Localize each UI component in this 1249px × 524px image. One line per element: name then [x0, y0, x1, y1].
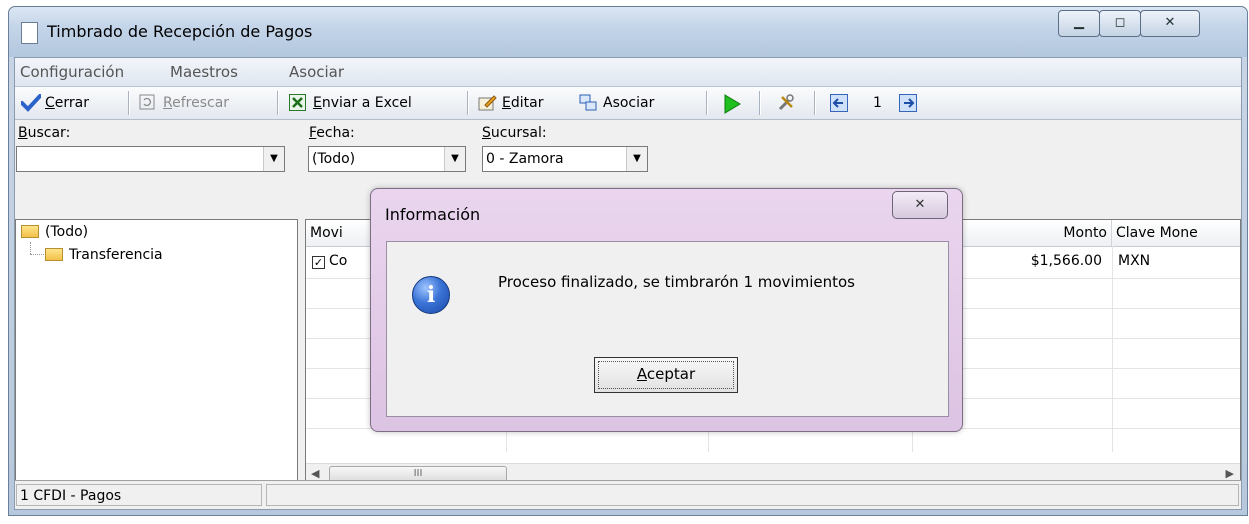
- excel-icon: [289, 94, 307, 112]
- refresh-icon: [139, 94, 157, 112]
- sucursal-combo[interactable]: 0 - Zamora ▼: [482, 146, 648, 172]
- menu-maestros[interactable]: Maestros: [170, 63, 238, 81]
- next-page-button[interactable]: [899, 92, 917, 114]
- chevron-down-icon[interactable]: ▼: [626, 147, 647, 171]
- maximize-button[interactable]: ◻: [1099, 10, 1141, 37]
- cerrar-label: errar: [54, 95, 89, 111]
- buscar-combo[interactable]: ▼: [16, 146, 285, 172]
- buscar-label-key: B: [18, 125, 28, 141]
- sucursal-label-text: ucursal:: [490, 125, 547, 141]
- menu-configuracion[interactable]: Configuración: [20, 63, 124, 81]
- previous-page-button[interactable]: [830, 92, 848, 114]
- refrescar-label: efrescar: [172, 95, 230, 111]
- dialog-message: Proceso finalizado, se timbrarón 1 movim…: [498, 273, 855, 291]
- excel-label-key: E: [313, 95, 322, 111]
- tree-child-label: Transferencia: [69, 247, 163, 263]
- row-checkbox[interactable]: ✓: [312, 256, 325, 269]
- edit-icon: [478, 94, 497, 112]
- tools-button[interactable]: [777, 92, 795, 114]
- fecha-label: Fecha:: [309, 125, 355, 141]
- status-bar: 1 CFDI - Pagos: [15, 480, 1241, 509]
- close-button[interactable]: ✕: [1140, 10, 1200, 37]
- asociar-label: Asociar: [603, 95, 655, 111]
- checkmark-icon: [20, 94, 42, 112]
- row-moneda: MXN: [1118, 253, 1151, 269]
- folder-open-icon: [21, 224, 39, 238]
- row-first-cell: Co: [329, 253, 348, 269]
- fecha-combo[interactable]: (Todo) ▼: [308, 146, 466, 172]
- info-icon: i: [412, 276, 450, 314]
- enviar-excel-button[interactable]: Enviar a Excel: [289, 92, 412, 114]
- toolbar: Cerrar Refrescar Enviar a Excel Editar A…: [15, 87, 1241, 120]
- fecha-label-text: echa:: [316, 125, 355, 141]
- info-dialog: Información ✕ i Proceso finalizado, se t…: [370, 188, 963, 432]
- buscar-label: Buscar:: [18, 125, 70, 141]
- sucursal-value: 0 - Zamora: [486, 151, 564, 167]
- dialog-title: Información: [385, 205, 481, 224]
- cerrar-button[interactable]: Cerrar: [20, 92, 89, 114]
- scroll-right-icon[interactable]: ▶: [1226, 467, 1234, 480]
- tree-item-root[interactable]: (Todo): [21, 224, 88, 240]
- dialog-body: i Proceso finalizado, se timbrarón 1 mov…: [386, 241, 949, 417]
- excel-label: nviar a Excel: [321, 95, 412, 111]
- refrescar-label-key: R: [163, 95, 173, 111]
- title-bar[interactable]: Timbrado de Recepción de Pagos ▁ ◻ ✕: [9, 7, 1247, 57]
- category-tree: (Todo) Transferencia: [15, 219, 298, 487]
- status-panel: [266, 484, 1239, 506]
- run-button[interactable]: [723, 92, 741, 114]
- tools-icon: [777, 94, 795, 112]
- chevron-down-icon[interactable]: ▼: [444, 147, 465, 171]
- window-title: Timbrado de Recepción de Pagos: [47, 22, 313, 41]
- refrescar-button[interactable]: Refrescar: [139, 92, 229, 114]
- tree-root-label: (Todo): [45, 224, 89, 240]
- tree-item-transferencia[interactable]: Transferencia: [45, 247, 163, 263]
- document-icon: [21, 22, 38, 44]
- buscar-label-text: uscar:: [27, 125, 71, 141]
- fecha-value: (Todo): [312, 151, 356, 167]
- status-text: 1 CFDI - Pagos: [16, 484, 262, 506]
- editar-label-key: E: [502, 95, 511, 111]
- editar-button[interactable]: Editar: [478, 92, 543, 114]
- editar-label: ditar: [510, 95, 544, 111]
- cerrar-label-key: C: [45, 95, 55, 111]
- aceptar-label: ceptar: [646, 365, 696, 383]
- arrow-left-icon: [830, 94, 848, 112]
- folder-icon: [45, 247, 63, 261]
- arrow-right-icon: [899, 94, 917, 112]
- aceptar-button[interactable]: Aceptar: [594, 357, 738, 393]
- sucursal-label: Sucursal:: [482, 125, 547, 141]
- chevron-down-icon[interactable]: ▼: [263, 147, 284, 171]
- sucursal-label-key: S: [482, 125, 491, 141]
- aceptar-label-key: A: [636, 365, 647, 383]
- menu-bar: Configuración Maestros Asociar: [15, 58, 1241, 87]
- minimize-button[interactable]: ▁: [1058, 10, 1100, 37]
- menu-asociar[interactable]: Asociar: [289, 63, 344, 81]
- column-header-clave-moneda[interactable]: Clave Mone: [1112, 220, 1240, 246]
- scroll-left-icon[interactable]: ◀: [311, 467, 319, 480]
- page-number: 1: [873, 95, 882, 111]
- link-windows-icon: [579, 94, 597, 112]
- play-icon: [723, 94, 741, 114]
- dialog-close-button[interactable]: ✕: [892, 191, 948, 219]
- asociar-button[interactable]: Asociar: [579, 92, 654, 114]
